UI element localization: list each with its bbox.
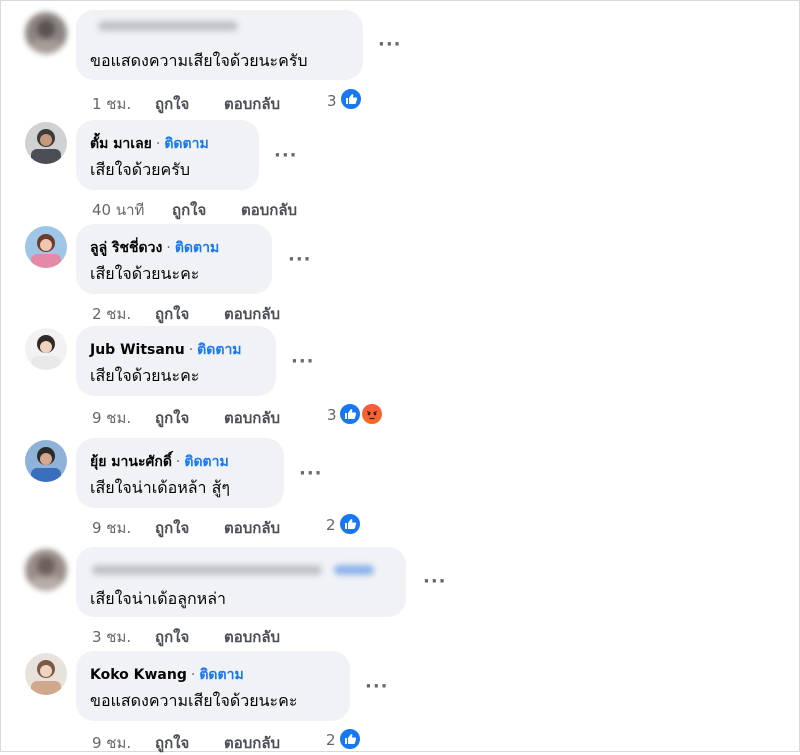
like-icon[interactable] [338, 402, 362, 426]
comment-time[interactable]: 40 นาที [92, 198, 144, 222]
reply-button[interactable]: ตอบกลับ [224, 731, 280, 755]
more-options-icon[interactable]: ··· [378, 36, 402, 54]
comment-time[interactable]: 1 ชม. [92, 92, 131, 116]
separator: · [175, 454, 181, 470]
reply-button[interactable]: ตอบกลับ [224, 516, 280, 540]
commenter-name[interactable]: ลูลู่ ริชชี่ดวง [90, 240, 162, 256]
avatar[interactable] [25, 328, 67, 370]
like-icon[interactable] [339, 87, 363, 111]
like-button[interactable]: ถูกใจ [155, 731, 189, 755]
comment-text: เสียใจน่าเด้อหล้า สู้ๆ [90, 478, 230, 497]
angry-icon[interactable] [360, 402, 384, 426]
comment-bubble: ขอแสดงความเสียใจด้วยนะครับ [76, 10, 363, 80]
avatar[interactable] [25, 122, 67, 164]
reply-button[interactable]: ตอบกลับ [241, 198, 297, 222]
reaction-count[interactable]: 2 [326, 516, 336, 534]
comment-text: ขอแสดงความเสียใจด้วยนะครับ [90, 51, 308, 70]
comment-text: เสียใจด้วยครับ [90, 160, 190, 179]
more-options-icon[interactable]: ··· [365, 678, 389, 696]
comment-bubble: ลูลู่ ริชชี่ดวง · ติดตาม เสียใจด้วยนะคะ [76, 224, 272, 294]
follow-link[interactable]: ติดตาม [184, 454, 228, 470]
like-button[interactable]: ถูกใจ [155, 302, 189, 326]
comment-time[interactable]: 9 ชม. [92, 406, 131, 430]
comment-time[interactable]: 3 ชม. [92, 625, 131, 649]
commenter-name-line: ตั้ม มาเลย · ติดตาม [90, 133, 209, 155]
avatar[interactable] [25, 12, 67, 54]
more-options-icon[interactable]: ··· [299, 465, 323, 483]
commenter-name-line: Koko Kwang · ติดตาม [90, 664, 244, 686]
comment-time[interactable]: 9 ชม. [92, 731, 131, 755]
more-options-icon[interactable]: ··· [291, 353, 315, 371]
comments-panel: ขอแสดงความเสียใจด้วยนะครับ ··· 1 ชม. ถูก… [0, 0, 800, 752]
comment-text: เสียใจด้วยนะคะ [90, 366, 200, 385]
avatar[interactable] [25, 226, 67, 268]
separator: · [166, 240, 171, 256]
separator: · [155, 136, 161, 152]
commenter-name-blurred[interactable] [92, 565, 322, 575]
follow-link[interactable]: ติดตาม [175, 240, 219, 256]
separator: · [188, 342, 194, 358]
like-button[interactable]: ถูกใจ [155, 625, 189, 649]
commenter-name-line: Jub Witsanu · ติดตาม [90, 339, 242, 361]
separator: · [190, 667, 196, 683]
like-button[interactable]: ถูกใจ [172, 198, 206, 222]
reaction-count[interactable]: 3 [327, 92, 337, 110]
follow-link-blurred[interactable] [334, 565, 374, 575]
comment-text: เสียใจน่าเด้อลูกหล่า [90, 589, 227, 608]
like-icon[interactable] [338, 512, 362, 536]
follow-link[interactable]: ติดตาม [164, 136, 208, 152]
comment-text: เสียใจด้วยนะคะ [90, 264, 200, 283]
follow-link[interactable]: ติดตาม [197, 342, 241, 358]
commenter-name-blurred[interactable] [98, 21, 238, 31]
avatar[interactable] [25, 549, 67, 591]
reaction-count[interactable]: 2 [326, 731, 336, 749]
like-button[interactable]: ถูกใจ [155, 92, 189, 116]
commenter-name[interactable]: Koko Kwang [90, 667, 187, 683]
reply-button[interactable]: ตอบกลับ [224, 625, 280, 649]
comment-text: ขอแสดงความเสียใจด้วยนะคะ [90, 691, 298, 710]
like-button[interactable]: ถูกใจ [155, 516, 189, 540]
reply-button[interactable]: ตอบกลับ [224, 92, 280, 116]
commenter-name[interactable]: Jub Witsanu [90, 342, 185, 358]
commenter-name-line: ยุ้ย มานะศักดิ์ · ติดตาม [90, 451, 229, 473]
more-options-icon[interactable]: ··· [423, 573, 447, 591]
avatar[interactable] [25, 440, 67, 482]
more-options-icon[interactable]: ··· [288, 251, 312, 269]
like-button[interactable]: ถูกใจ [155, 406, 189, 430]
commenter-name[interactable]: ตั้ม มาเลย [90, 136, 152, 152]
comment-time[interactable]: 9 ชม. [92, 516, 131, 540]
avatar[interactable] [25, 653, 67, 695]
reply-button[interactable]: ตอบกลับ [224, 406, 280, 430]
comment-bubble: เสียใจน่าเด้อลูกหล่า [76, 547, 406, 617]
commenter-name-line: ลูลู่ ริชชี่ดวง · ติดตาม [90, 237, 219, 259]
comment-bubble: Jub Witsanu · ติดตาม เสียใจด้วยนะคะ [76, 326, 276, 396]
like-icon[interactable] [338, 727, 362, 751]
reaction-count[interactable]: 3 [327, 406, 337, 424]
follow-link[interactable]: ติดตาม [199, 667, 243, 683]
more-options-icon[interactable]: ··· [274, 147, 298, 165]
comment-bubble: ยุ้ย มานะศักดิ์ · ติดตาม เสียใจน่าเด้อหล้า… [76, 438, 284, 508]
comment-time[interactable]: 2 ชม. [92, 302, 131, 326]
comment-bubble: ตั้ม มาเลย · ติดตาม เสียใจด้วยครับ [76, 120, 259, 190]
commenter-name[interactable]: ยุ้ย มานะศักดิ์ [90, 454, 172, 470]
comment-bubble: Koko Kwang · ติดตาม ขอแสดงความเสียใจด้วยนะ… [76, 651, 350, 721]
reply-button[interactable]: ตอบกลับ [224, 302, 280, 326]
